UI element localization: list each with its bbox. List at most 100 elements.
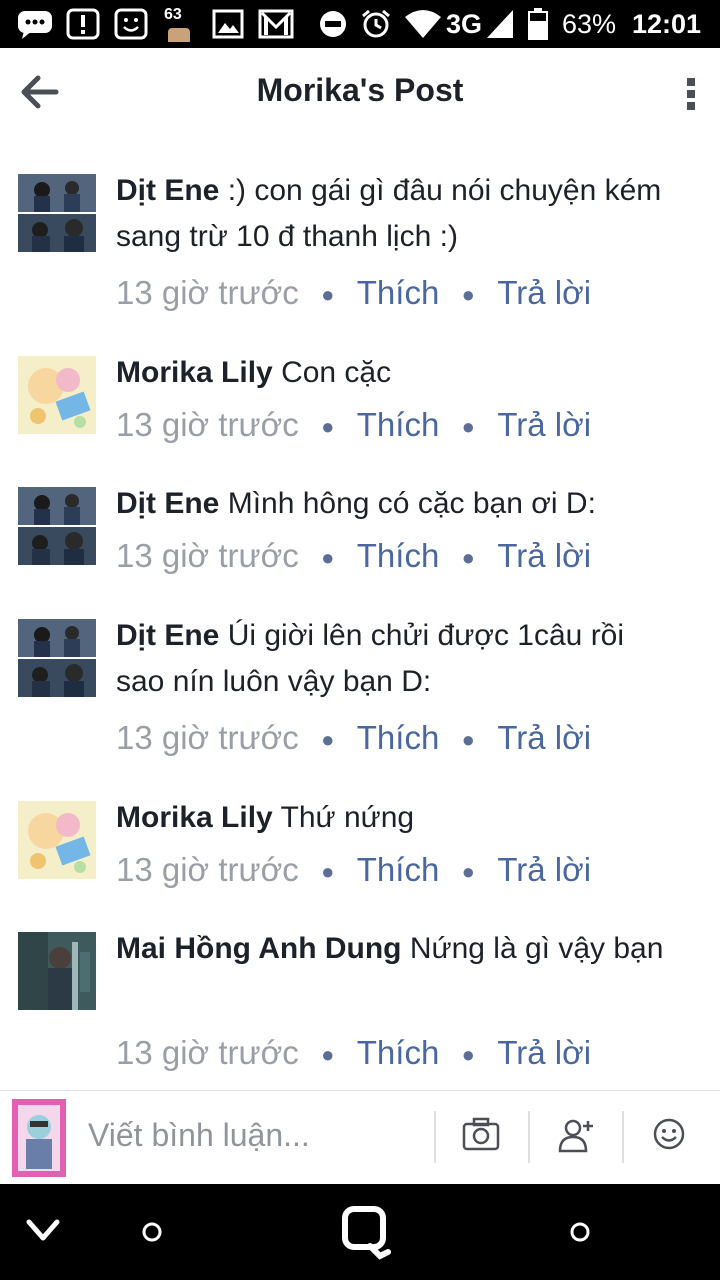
status-bar: 63 3G 63% 12:01 [0, 0, 720, 48]
user-photo-icon [18, 174, 96, 252]
avatar[interactable] [18, 619, 96, 697]
avatar[interactable] [18, 174, 96, 252]
user-photo-icon [18, 619, 96, 697]
separator-dot: ● [461, 1042, 475, 1068]
like-button[interactable]: Thích [357, 537, 440, 574]
comment-timestamp: 13 giờ trước [116, 406, 299, 443]
nav-recents-button[interactable] [568, 1220, 592, 1249]
circle-icon [142, 1222, 162, 1242]
divider [528, 1111, 530, 1163]
chevron-down-icon [26, 1219, 60, 1241]
comment-meta: 13 giờ trước ● Thích ● Trả lời [116, 1030, 591, 1078]
emoji-notification-icon [114, 8, 148, 40]
separator-dot: ● [461, 727, 475, 753]
comment-meta: 13 giờ trước ● Thích ● Trả lời [116, 402, 591, 450]
alert-notification-icon [66, 8, 100, 40]
reply-button[interactable]: Trả lời [497, 406, 591, 443]
my-avatar [12, 1099, 66, 1177]
nav-home-button[interactable] [140, 1220, 164, 1249]
comment-author[interactable]: Morika Lily [116, 801, 273, 834]
divider [434, 1111, 436, 1163]
comment-timestamp: 13 giờ trước [116, 274, 299, 311]
more-options-button[interactable] [676, 76, 706, 116]
like-button[interactable]: Thích [357, 851, 440, 888]
reply-button[interactable]: Trả lời [497, 537, 591, 574]
like-button[interactable]: Thích [357, 406, 440, 443]
user-photo-icon [12, 1099, 66, 1177]
alarm-icon [360, 8, 392, 40]
nav-back-button[interactable] [26, 1218, 60, 1247]
do-not-disturb-icon [318, 8, 348, 40]
comment-timestamp: 13 giờ trước [116, 537, 299, 574]
comment-timestamp: 13 giờ trước [116, 719, 299, 756]
separator-dot: ● [461, 859, 475, 885]
comment-input[interactable]: Viết bình luận... [88, 1117, 310, 1154]
separator-dot: ● [321, 1042, 335, 1068]
reply-button[interactable]: Trả lời [497, 1034, 591, 1071]
reply-button[interactable]: Trả lời [497, 851, 591, 888]
emoji-button[interactable] [652, 1117, 692, 1157]
separator-dot: ● [321, 414, 335, 440]
search-icon [342, 1206, 391, 1260]
tag-friend-button[interactable] [558, 1117, 598, 1157]
network-type: 3G [446, 9, 483, 39]
like-button[interactable]: Thích [357, 274, 440, 311]
comment-meta: 13 giờ trước ● Thích ● Trả lời [116, 533, 591, 581]
nav-search-button[interactable] [340, 1204, 392, 1265]
avatar[interactable] [18, 932, 96, 1010]
comment-author[interactable]: Mai Hồng Anh Dung [116, 932, 402, 965]
comment-meta: 13 giờ trước ● Thích ● Trả lời [116, 715, 591, 763]
comment-meta: 13 giờ trước ● Thích ● Trả lời [116, 270, 591, 318]
post-header: Morika's Post [0, 48, 720, 138]
user-photo-icon [18, 801, 96, 879]
battery-icon [528, 8, 548, 40]
comment-text: Con cặc [281, 356, 392, 389]
comment-composer: Viết bình luận... [0, 1090, 720, 1184]
like-button[interactable]: Thích [357, 1034, 440, 1071]
signal-icon [486, 8, 514, 40]
divider [622, 1111, 624, 1163]
user-photo-icon [18, 487, 96, 565]
reply-button[interactable]: Trả lời [497, 274, 591, 311]
system-navigation-bar [0, 1184, 720, 1280]
comment-timestamp: 13 giờ trước [116, 1034, 299, 1071]
wifi-icon [404, 8, 442, 40]
notification-badge: 63 [164, 6, 182, 23]
avatar[interactable] [18, 356, 96, 434]
page-title: Morika's Post [256, 72, 464, 108]
comment-author[interactable]: Dịt Ene [116, 174, 219, 207]
separator-dot: ● [321, 859, 335, 885]
more-vertical-icon [687, 78, 695, 110]
smiley-icon [653, 1118, 685, 1150]
gmail-notification-icon [258, 8, 294, 40]
comment-author[interactable]: Morika Lily [116, 356, 273, 389]
comment-meta: 13 giờ trước ● Thích ● Trả lời [116, 847, 591, 895]
like-button[interactable]: Thích [357, 719, 440, 756]
comment-author[interactable]: Dịt Ene [116, 487, 219, 520]
comment-text: Nứng là gì vậy bạn [409, 932, 664, 965]
user-photo-icon [18, 356, 96, 434]
comment-timestamp: 13 giờ trước [116, 851, 299, 888]
comment-author[interactable]: Dịt Ene [116, 619, 219, 652]
camera-icon [462, 1117, 500, 1151]
battery-percentage: 63% [562, 9, 617, 39]
camera-button[interactable] [462, 1117, 502, 1157]
avatar[interactable] [18, 487, 96, 565]
image-notification-icon [212, 8, 244, 40]
separator-dot: ● [461, 282, 475, 308]
comment-text: Thứ nứng [280, 801, 415, 834]
clock: 12:01 [632, 9, 702, 39]
circle-icon [570, 1222, 590, 1242]
comment-text: Mình hông có cặc bạn ơi D: [227, 487, 596, 520]
separator-dot: ● [321, 282, 335, 308]
separator-dot: ● [461, 545, 475, 571]
avatar[interactable] [18, 801, 96, 879]
reply-button[interactable]: Trả lời [497, 719, 591, 756]
add-person-icon [558, 1119, 593, 1153]
message-notification-icon [16, 8, 54, 40]
mini-avatar-icon [168, 28, 190, 42]
separator-dot: ● [321, 545, 335, 571]
user-photo-icon [18, 932, 96, 1010]
separator-dot: ● [461, 414, 475, 440]
separator-dot: ● [321, 727, 335, 753]
